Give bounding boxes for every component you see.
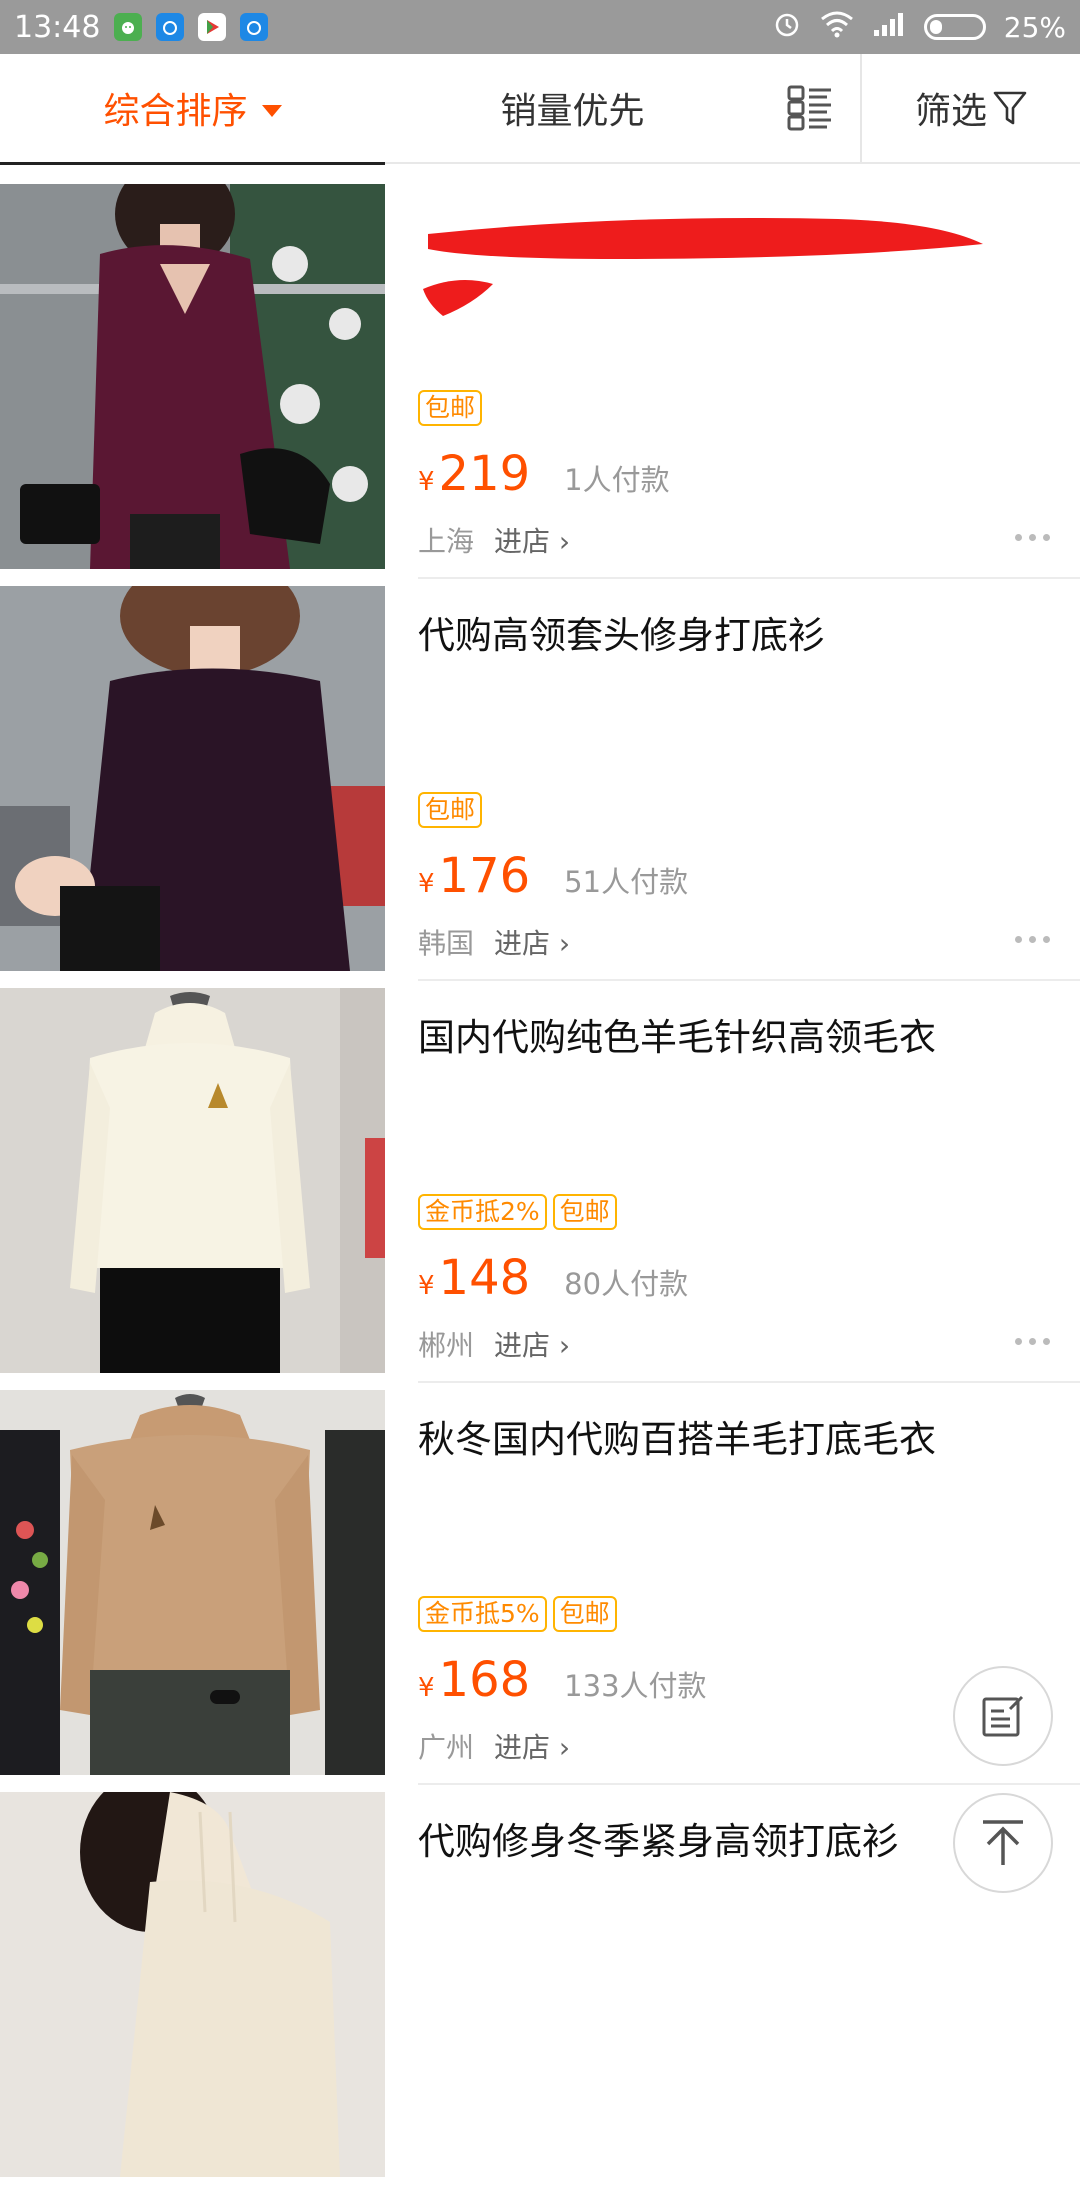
enter-shop-link[interactable]: 进店 › — [494, 922, 570, 962]
item-divider — [418, 577, 1080, 579]
free-shipping-tag: 包邮 — [418, 390, 483, 426]
product-price: 176 — [438, 848, 531, 904]
location-row: 郴州 进店 › — [418, 1324, 570, 1364]
free-shipping-tag: 包邮 — [418, 792, 483, 828]
shop-city: 郴州 — [418, 1329, 475, 1362]
location-row: 上海 进店 › — [418, 520, 570, 560]
product-title[interactable]: 国内代购纯色羊毛针织高领毛衣 — [418, 1012, 1038, 1064]
product-item[interactable]: 代购高领套头修身打底衫 包邮 ¥ 176 51人付款 韩国 进店 › — [0, 586, 1080, 988]
sort-sales-tab[interactable]: 销量优先 — [385, 54, 760, 162]
sort-default-tab[interactable]: 综合排序 — [0, 54, 385, 162]
currency-symbol: ¥ — [418, 869, 435, 899]
item-divider — [418, 1783, 1080, 1785]
product-image[interactable] — [0, 988, 385, 1373]
enter-shop-link[interactable]: 进店 › — [494, 520, 570, 560]
product-info: 代购高领套头修身打底衫 包邮 ¥ 176 51人付款 韩国 进店 › — [418, 586, 1080, 971]
product-tags: 金币抵5% 包邮 — [418, 1596, 617, 1632]
play-store-icon — [198, 13, 227, 41]
alarm-clock-icon — [772, 9, 802, 46]
arrow-up-icon — [983, 1820, 1023, 1865]
location-row: 广州 进店 › — [418, 1726, 570, 1766]
product-title[interactable]: 秋冬国内代购百搭羊毛打底毛衣 — [418, 1414, 1038, 1466]
enter-shop-link[interactable]: 进店 › — [494, 1324, 570, 1364]
product-image[interactable] — [0, 586, 385, 971]
enter-shop-link[interactable]: 进店 › — [494, 1726, 570, 1766]
sales-count: 51人付款 — [564, 865, 689, 899]
android-app-icon — [114, 13, 143, 41]
battery-icon — [923, 14, 986, 40]
sales-count: 133人付款 — [564, 1669, 707, 1703]
wifi-icon — [820, 10, 854, 45]
product-image[interactable] — [0, 1390, 385, 1775]
layout-toggle-button[interactable] — [760, 54, 860, 162]
more-options-icon[interactable] — [1015, 1338, 1050, 1345]
back-to-top-button[interactable] — [953, 1793, 1053, 1893]
item-divider — [418, 1381, 1080, 1383]
funnel-icon — [993, 91, 1027, 125]
product-tags: 包邮 — [418, 792, 483, 828]
sort-filter-bar: 综合排序 销量优先 筛选 — [0, 54, 1080, 164]
free-shipping-tag: 包邮 — [552, 1194, 617, 1230]
product-item[interactable]: 国内代购纯色羊毛针织高领毛衣 金币抵2% 包邮 ¥ 148 80人付款 郴州 进… — [0, 988, 1080, 1390]
price-row: ¥ 176 51人付款 — [418, 848, 688, 904]
shop-city: 广州 — [418, 1731, 475, 1764]
product-price: 219 — [438, 446, 531, 502]
item-divider — [418, 979, 1080, 981]
price-row: ¥ 219 1人付款 — [418, 446, 670, 502]
free-shipping-tag: 包邮 — [552, 1596, 617, 1632]
product-image[interactable] — [0, 1792, 385, 2177]
sort-sales-label: 销量优先 — [500, 91, 645, 132]
product-image[interactable] — [0, 184, 385, 569]
list-view-icon — [787, 85, 831, 131]
more-options-icon[interactable] — [1015, 534, 1050, 541]
product-title[interactable]: 代购修身冬季紧身高领打底衫 — [418, 1816, 1038, 1868]
location-row: 韩国 进店 › — [418, 922, 570, 962]
coin-discount-tag: 金币抵2% — [418, 1194, 547, 1230]
price-row: ¥ 168 133人付款 — [418, 1652, 707, 1708]
status-time: 13:48 — [14, 9, 101, 45]
coin-discount-tag: 金币抵5% — [418, 1596, 547, 1632]
currency-symbol: ¥ — [418, 1673, 435, 1703]
currency-symbol: ¥ — [418, 467, 435, 497]
chevron-down-icon — [261, 105, 282, 117]
product-list: 包邮 ¥ 219 1人付款 上海 进店 › 代购高领套头修身打底衫 包邮 ¥ 1… — [0, 184, 1080, 2194]
currency-symbol: ¥ — [418, 1271, 435, 1301]
product-item[interactable]: 代购修身冬季紧身高领打底衫 — [0, 1792, 1080, 2194]
price-row: ¥ 148 80人付款 — [418, 1250, 688, 1306]
sort-default-label: 综合排序 — [103, 91, 248, 132]
alarm-app-icon — [156, 13, 185, 41]
product-item[interactable]: 包邮 ¥ 219 1人付款 上海 进店 › — [0, 184, 1080, 586]
product-info: 包邮 ¥ 219 1人付款 上海 进店 › — [418, 184, 1080, 569]
battery-percent: 25% — [1003, 10, 1066, 44]
redaction-mark — [423, 218, 983, 316]
product-price: 168 — [438, 1652, 531, 1708]
alarm-app-icon-2 — [240, 13, 269, 41]
product-tags: 包邮 — [418, 390, 483, 426]
sales-count: 80人付款 — [564, 1267, 689, 1301]
shop-city: 韩国 — [418, 927, 475, 960]
shop-city: 上海 — [418, 525, 475, 558]
filter-label: 筛选 — [914, 91, 987, 132]
active-tab-indicator — [0, 162, 385, 165]
feedback-button[interactable] — [953, 1666, 1053, 1766]
product-item[interactable]: 秋冬国内代购百搭羊毛打底毛衣 金币抵5% 包邮 ¥ 168 133人付款 广州 … — [0, 1390, 1080, 1792]
filter-button[interactable]: 筛选 — [860, 54, 1080, 162]
signal-icon — [872, 10, 906, 45]
more-options-icon[interactable] — [1015, 936, 1050, 943]
product-title[interactable]: 代购高领套头修身打底衫 — [418, 610, 1038, 662]
product-info: 国内代购纯色羊毛针织高领毛衣 金币抵2% 包邮 ¥ 148 80人付款 郴州 进… — [418, 988, 1080, 1373]
product-tags: 金币抵2% 包邮 — [418, 1194, 617, 1230]
sales-count: 1人付款 — [564, 463, 670, 497]
product-price: 148 — [438, 1250, 531, 1306]
edit-note-icon — [982, 1695, 1024, 1737]
status-bar: 13:48 25% — [0, 0, 1080, 54]
